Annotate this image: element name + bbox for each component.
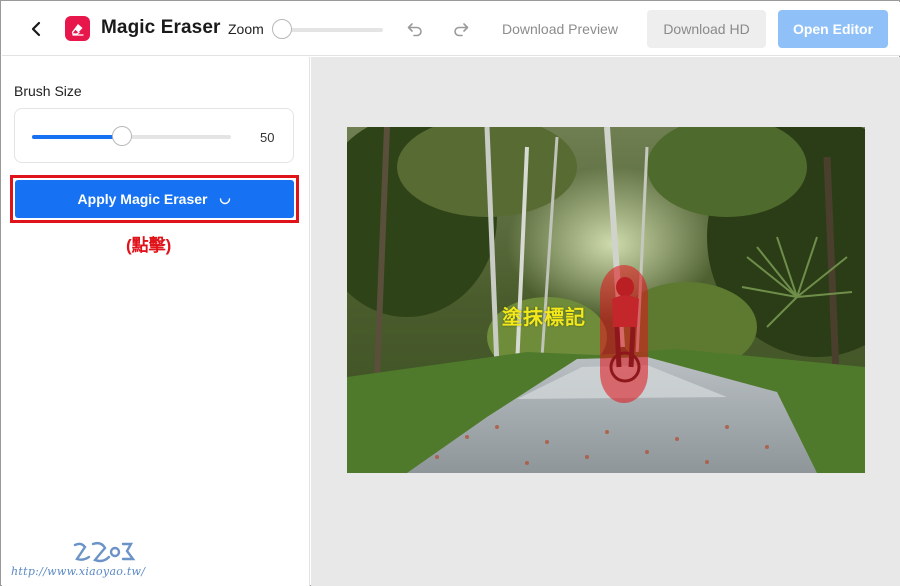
app-window: Magic Eraser Zoom Download Preview Downl… bbox=[0, 0, 900, 586]
download-hd-button[interactable]: Download HD bbox=[647, 10, 766, 48]
top-bar: Magic Eraser Zoom Download Preview Downl… bbox=[2, 2, 900, 56]
watermark: http://www.xiaoyao.tw/ bbox=[9, 539, 169, 583]
redo-button[interactable] bbox=[449, 17, 473, 41]
redo-icon bbox=[454, 23, 469, 37]
editable-photo[interactable]: 塗抹標記 bbox=[347, 127, 865, 473]
forest-path-image bbox=[347, 127, 865, 473]
zoom-label: Zoom bbox=[228, 21, 264, 37]
paint-mark-annotation: 塗抹標記 bbox=[502, 307, 586, 329]
apply-button-label: Apply Magic Eraser bbox=[77, 191, 208, 207]
zoom-slider-thumb[interactable] bbox=[272, 19, 292, 39]
undo-icon bbox=[407, 23, 422, 37]
back-button[interactable] bbox=[24, 17, 48, 41]
click-annotation: (點擊) bbox=[126, 236, 172, 255]
download-preview-button[interactable]: Download Preview bbox=[494, 12, 626, 46]
zoom-slider[interactable] bbox=[283, 28, 383, 32]
apply-magic-eraser-button[interactable]: Apply Magic Eraser bbox=[15, 180, 294, 218]
loading-spinner-icon bbox=[219, 193, 231, 205]
undo-button[interactable] bbox=[403, 17, 427, 41]
chevron-left-icon bbox=[31, 21, 41, 37]
brush-size-fill bbox=[32, 135, 122, 139]
brush-size-thumb[interactable] bbox=[111, 126, 132, 146]
magic-eraser-logo-icon bbox=[65, 16, 90, 41]
canvas-area: 塗抹標記 bbox=[311, 57, 900, 586]
brush-size-value: 50 bbox=[260, 130, 275, 145]
paint-mask bbox=[600, 265, 648, 403]
brush-size-label: Brush Size bbox=[14, 83, 82, 99]
watermark-url: http://www.xiaoyao.tw/ bbox=[11, 565, 146, 578]
settings-sidebar: Brush Size 50 Apply Magic Eraser (點擊) bbox=[2, 57, 310, 586]
brush-size-card: 50 bbox=[14, 108, 294, 163]
open-editor-button[interactable]: Open Editor bbox=[778, 10, 888, 48]
watermark-logo-icon bbox=[73, 541, 136, 563]
page-title: Magic Eraser bbox=[101, 17, 221, 38]
